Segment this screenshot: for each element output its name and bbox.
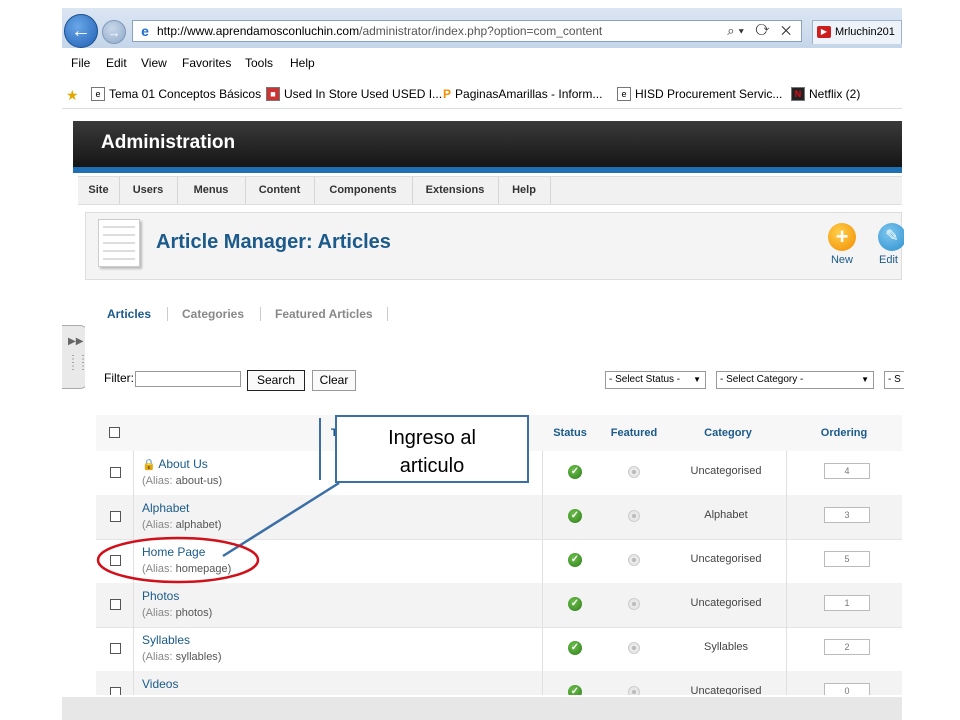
annotation-overlay (96, 481, 340, 584)
highlight-ellipse (96, 536, 260, 584)
